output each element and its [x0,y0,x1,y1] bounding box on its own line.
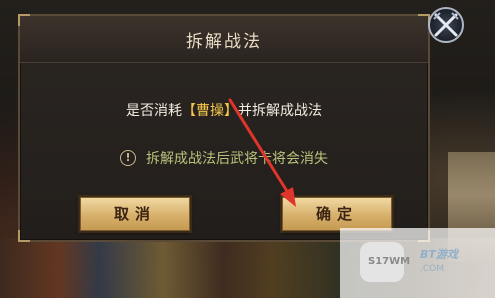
watermark-site-left: S17WM [368,256,411,267]
watermark-domain: .COM [420,264,444,274]
site-watermark: S17WM BT游戏 .COM [340,228,495,298]
watermark-site-right: BT游戏 [420,248,458,261]
